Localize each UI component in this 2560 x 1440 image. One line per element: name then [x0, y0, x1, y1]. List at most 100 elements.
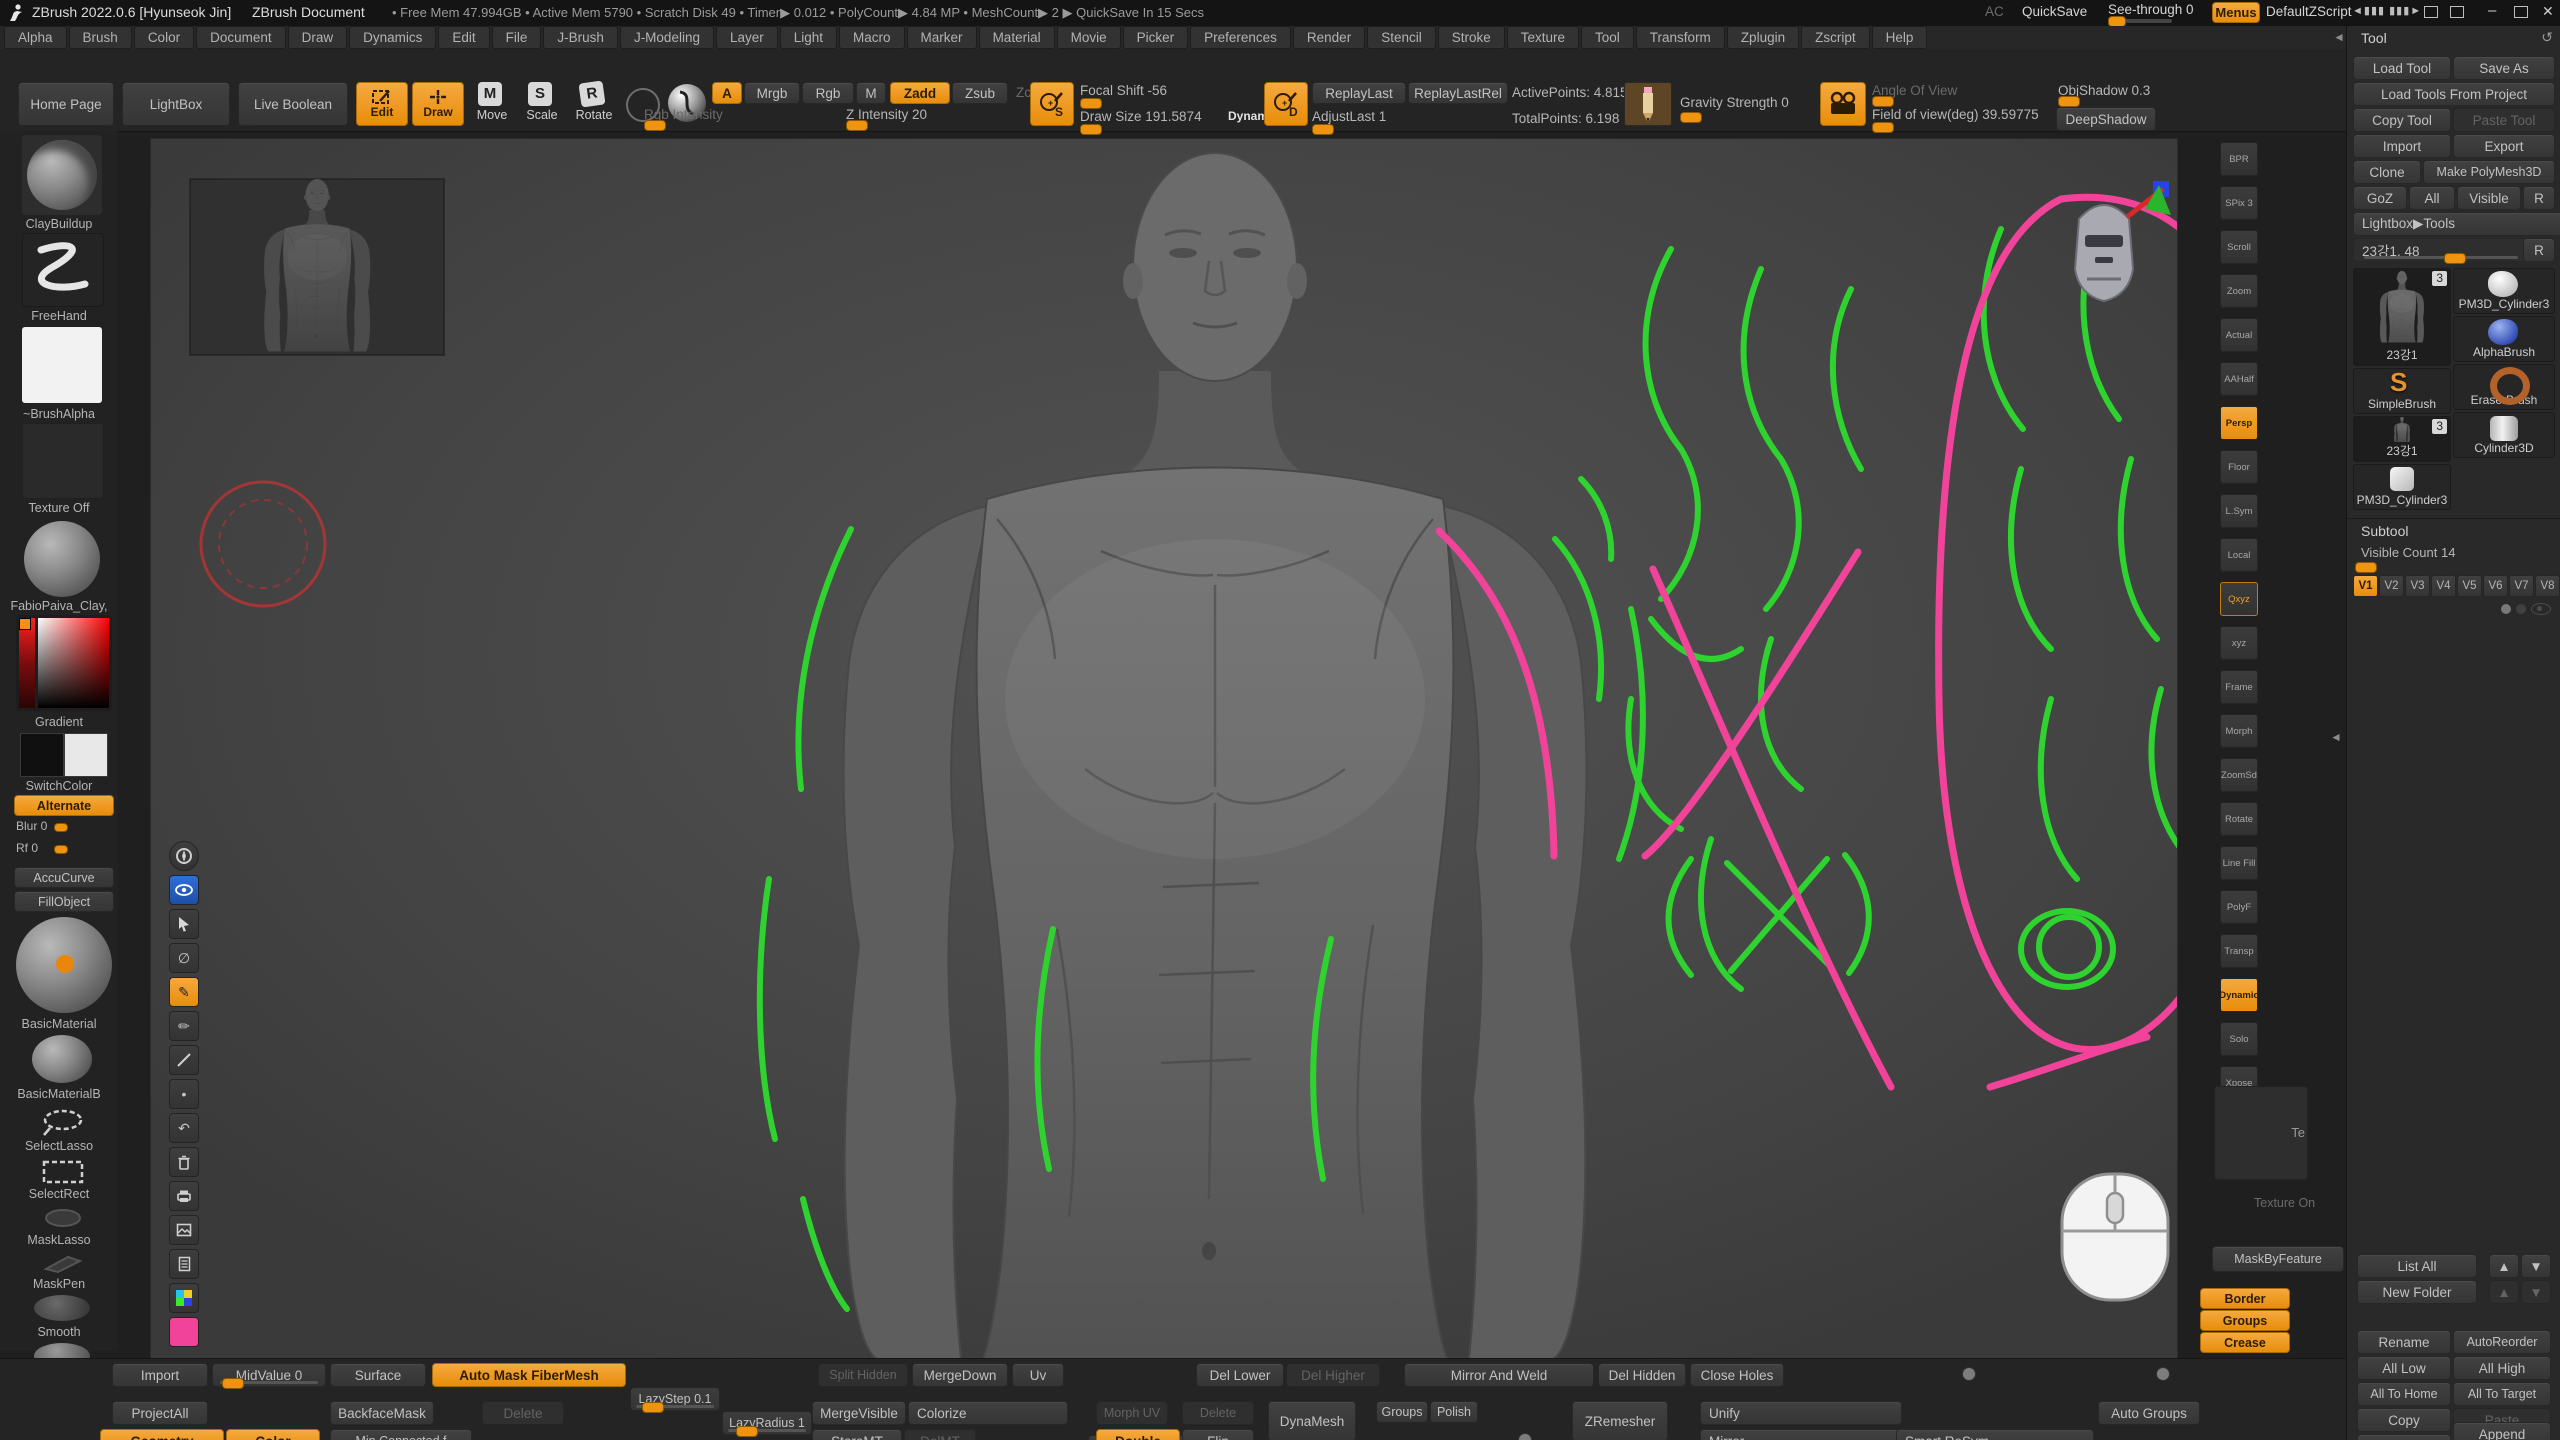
polish-features-dot[interactable]: [1962, 1367, 1976, 1381]
copy-subtool-button[interactable]: Copy: [2357, 1408, 2451, 1432]
menu-item[interactable]: Texture: [1507, 26, 1579, 49]
brush-thumbnail[interactable]: [22, 135, 102, 215]
menu-item[interactable]: Zplugin: [1727, 26, 1799, 49]
accucurve-button[interactable]: AccuCurve: [14, 867, 114, 888]
delete-2-button[interactable]: Delete: [1182, 1401, 1254, 1425]
polish-bottom-button[interactable]: Polish: [1430, 1401, 1478, 1423]
note-document-icon[interactable]: [169, 1249, 199, 1279]
alpha-pencil-thumbnail[interactable]: [1624, 82, 1672, 126]
close-holes-button[interactable]: Close Holes: [1690, 1363, 1784, 1387]
menu-item[interactable]: Alpha: [4, 26, 67, 49]
right-shelf-button[interactable]: Local: [2220, 538, 2258, 572]
replay-last-rel-button[interactable]: ReplayLastRel: [1408, 82, 1508, 104]
tray-divider-arrow[interactable]: ◄: [2333, 30, 2345, 44]
import-tool-button[interactable]: Import: [2353, 134, 2451, 158]
menu-item[interactable]: Material: [979, 26, 1055, 49]
menu-item[interactable]: Zscript: [1801, 26, 1870, 49]
lightbox-tools-button[interactable]: Lightbox▶Tools: [2353, 212, 2560, 236]
alpha-thumbnail[interactable]: [22, 327, 102, 403]
tool-thumb-simplebrush[interactable]: S SimpleBrush: [2353, 368, 2451, 414]
version-button[interactable]: V2: [2379, 575, 2405, 597]
menu-item[interactable]: J-Brush: [543, 26, 618, 49]
menu-item[interactable]: Brush: [69, 26, 132, 49]
goz-all-button[interactable]: All: [2409, 186, 2455, 210]
folder-up-button[interactable]: ▲: [2489, 1280, 2519, 1304]
morph-uv-button[interactable]: Morph UV: [1096, 1401, 1168, 1425]
default-zscript-button[interactable]: DefaultZScript: [2266, 4, 2352, 19]
menu-item[interactable]: Stencil: [1367, 26, 1436, 49]
dot-tool-icon[interactable]: •: [169, 1079, 199, 1109]
menu-item[interactable]: Transform: [1636, 26, 1725, 49]
menu-item[interactable]: Draw: [288, 26, 348, 49]
hue-strip[interactable]: [19, 618, 35, 708]
no-draw-icon[interactable]: ∅: [169, 943, 199, 973]
menu-item[interactable]: Stroke: [1438, 26, 1505, 49]
polypaint-off-icon[interactable]: [2516, 604, 2526, 614]
version-button[interactable]: V6: [2483, 575, 2509, 597]
right-shelf-button[interactable]: PolyF: [2220, 890, 2258, 924]
edit-button[interactable]: Edit: [356, 82, 408, 126]
menu-item[interactable]: Dynamics: [349, 26, 436, 49]
sv-square[interactable]: [38, 618, 109, 708]
secondary-color-swatch[interactable]: [64, 733, 108, 777]
storemt-button[interactable]: StoreMT: [812, 1429, 902, 1440]
texture-preview-box[interactable]: Te: [2214, 1086, 2308, 1180]
version-button[interactable]: V7: [2509, 575, 2535, 597]
goz-visible-button[interactable]: Visible: [2457, 186, 2521, 210]
panel-reset-icon[interactable]: ↺: [2541, 29, 2553, 46]
tool-thumb-alphabrush[interactable]: AlphaBrush: [2453, 316, 2555, 362]
list-down-button[interactable]: ▼: [2521, 1254, 2551, 1278]
mrgb-a-button[interactable]: A: [712, 82, 742, 104]
midvalue-slider[interactable]: MidValue 0: [212, 1363, 326, 1387]
close-button[interactable]: ✕: [2542, 3, 2554, 20]
delete-button[interactable]: Delete: [482, 1401, 564, 1425]
draw-size-slider[interactable]: Draw Size 191.5874: [1080, 109, 1202, 124]
restore-button[interactable]: [2514, 6, 2528, 18]
right-shelf-button[interactable]: xyz: [2220, 626, 2258, 660]
tool-thumb-pm3d-cylinder[interactable]: PM3D_Cylinder3: [2453, 268, 2555, 314]
del-higher-button[interactable]: Del Higher: [1286, 1363, 1380, 1387]
flip-button[interactable]: Flip: [1182, 1429, 1254, 1440]
right-shelf-button[interactable]: Zoom: [2220, 274, 2258, 308]
version-button[interactable]: V5: [2457, 575, 2483, 597]
current-tool-slider[interactable]: 23강1. 48: [2353, 238, 2529, 262]
main-color-swatch[interactable]: [20, 733, 64, 777]
snapshot-icon[interactable]: [169, 1215, 199, 1245]
color-picker[interactable]: [16, 615, 112, 711]
zremesher-button[interactable]: ZRemesher: [1572, 1401, 1668, 1440]
gravity-strength-slider[interactable]: Gravity Strength 0: [1680, 95, 1789, 110]
menu-item[interactable]: Picker: [1123, 26, 1189, 49]
mirror-and-weld-button[interactable]: Mirror And Weld: [1404, 1363, 1594, 1387]
paste-tool-button[interactable]: Paste Tool: [2453, 108, 2555, 132]
menu-item[interactable]: Preferences: [1190, 26, 1291, 49]
backfacemask-button[interactable]: BackfaceMask: [330, 1401, 434, 1425]
mask-pen-icon[interactable]: [38, 1253, 88, 1275]
annotation-logo-icon[interactable]: [169, 841, 199, 871]
right-shelf-button[interactable]: Qxyz: [2220, 582, 2258, 616]
basic-material-thumbnail[interactable]: [16, 917, 112, 1013]
focal-shift-slider[interactable]: Focal Shift -56: [1080, 83, 1167, 98]
texture-on-label[interactable]: Texture On: [2254, 1196, 2315, 1210]
copy-tool-button[interactable]: Copy Tool: [2353, 108, 2451, 132]
tool-thumb-23-1[interactable]: 3 23강1: [2353, 416, 2451, 462]
line-tool-icon[interactable]: [169, 1045, 199, 1075]
window-tile-icon[interactable]: [2450, 6, 2464, 18]
right-shelf-button[interactable]: Solo: [2220, 1022, 2258, 1056]
menu-item[interactable]: Layer: [716, 26, 778, 49]
goz-button[interactable]: GoZ: [2353, 186, 2407, 210]
minimize-button[interactable]: –: [2488, 2, 2496, 19]
dynamesh-button[interactable]: DynaMesh: [1268, 1401, 1356, 1440]
menu-item[interactable]: Edit: [438, 26, 489, 49]
mirror-button[interactable]: Mirror: [1700, 1429, 1902, 1440]
see-through-slider[interactable]: See-through 0: [2108, 2, 2194, 17]
menu-item[interactable]: Render: [1293, 26, 1365, 49]
right-shelf-button[interactable]: Transp: [2220, 934, 2258, 968]
tool-thumb-pm3d-cylinder-2[interactable]: PM3D_Cylinder3: [2353, 464, 2451, 510]
document-canvas[interactable]: ∅ ✎ ✏ • ↶: [150, 138, 2178, 1360]
menus-button[interactable]: Menus: [2212, 2, 2260, 23]
import-bottom-button[interactable]: Import: [112, 1363, 208, 1387]
replay-last-button[interactable]: ReplayLast: [1312, 82, 1406, 104]
blur-slider[interactable]: Blur 0: [16, 819, 47, 833]
border-button[interactable]: Border: [2200, 1288, 2290, 1309]
menu-item[interactable]: Light: [780, 26, 837, 49]
